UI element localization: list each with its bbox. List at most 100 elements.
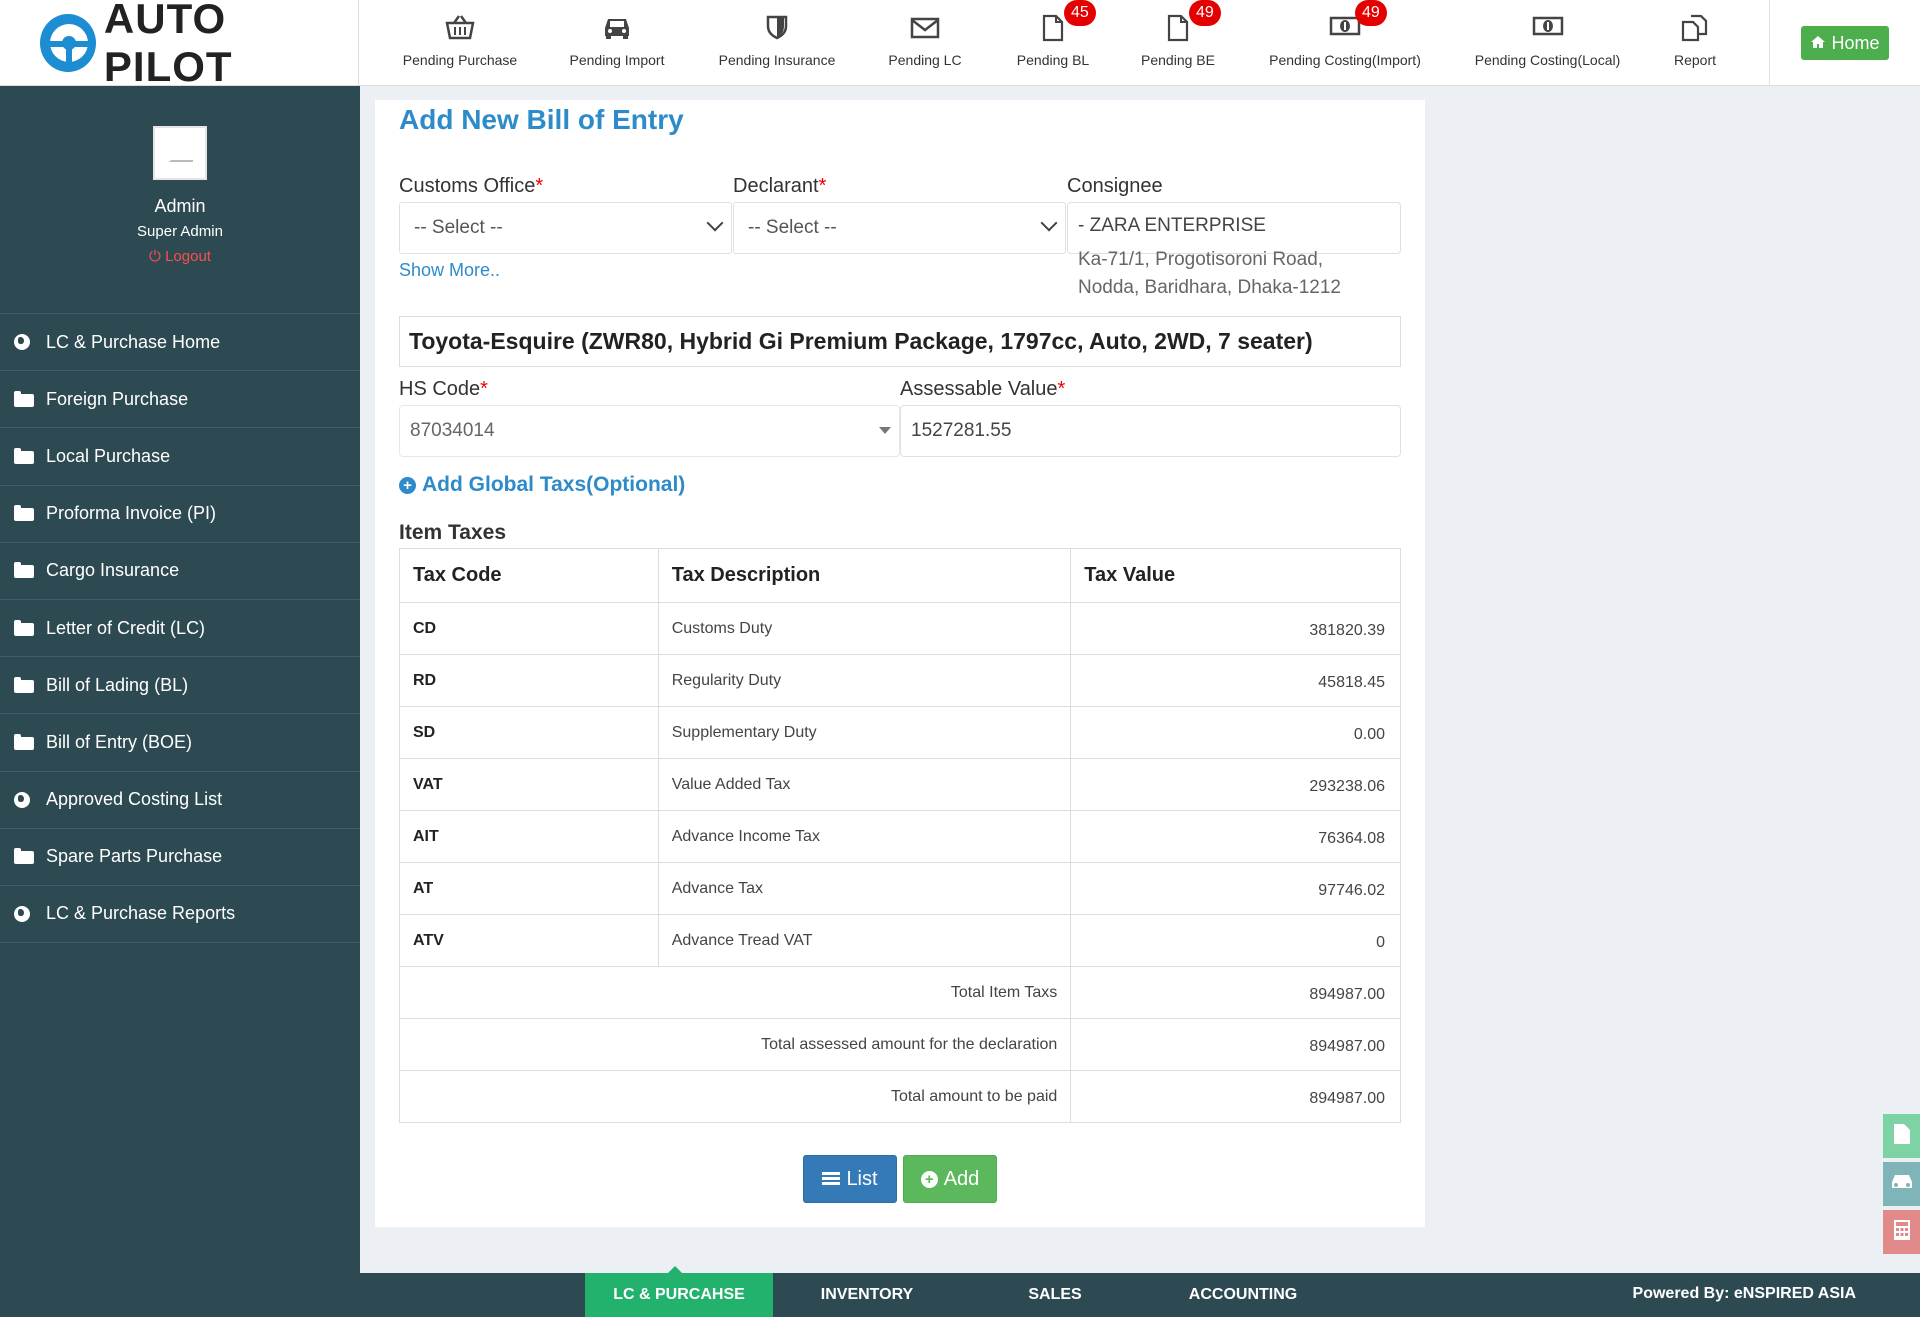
tab-label: LC & PURCAHSE [613, 1286, 745, 1303]
show-more-link[interactable]: Show More.. [399, 260, 500, 281]
tab-lc-purchase[interactable]: LC & PURCAHSE [585, 1266, 773, 1317]
sidebar-item-label: Spare Parts Purchase [46, 846, 223, 867]
table-row: SD Supplementary Duty 0.00 [399, 706, 1401, 759]
total-value: 894987.00 [1070, 1070, 1401, 1123]
calculator-shortcut-button[interactable] [1883, 1210, 1920, 1254]
sidebar-item-cargo-insurance[interactable]: Cargo Insurance [0, 543, 360, 600]
tab-inventory[interactable]: INVENTORY [773, 1273, 961, 1317]
tax-description: Advance Tax [657, 862, 1072, 915]
sidebar-item-label: Proforma Invoice (PI) [46, 503, 217, 524]
money-icon [1532, 14, 1564, 44]
chevron-down-icon [1040, 214, 1058, 232]
folder-icon [14, 390, 34, 407]
sidebar: Admin Super Admin ⏻ Logout LC & Purchase… [0, 86, 360, 1317]
label-text: Customs Office [399, 175, 536, 197]
power-icon: ⏻ [149, 248, 161, 265]
logout-label: Logout [165, 248, 211, 265]
nav-label: Report [1673, 52, 1717, 68]
list-icon [822, 1172, 841, 1186]
consignee-label: Consignee [1067, 175, 1163, 197]
home-icon [1810, 33, 1826, 54]
nav-label: Pending BE [1141, 52, 1215, 68]
home-button[interactable]: Home [1801, 26, 1889, 60]
nav-label: Pending Costing(Local) [1474, 52, 1621, 68]
copy-icon [1681, 14, 1709, 44]
nav-pending-be[interactable]: Pending BE 49 [1133, 0, 1223, 86]
declarant-select[interactable]: -- Select -- [733, 202, 1066, 254]
tax-code: CD [399, 602, 659, 655]
nav-pending-bl[interactable]: Pending BL 45 [1008, 0, 1098, 86]
item-taxes-heading: Item Taxes [399, 521, 506, 544]
nav-pending-lc[interactable]: Pending LC [880, 0, 970, 86]
tax-code: ATV [399, 914, 659, 967]
sidebar-item-label: Approved Costing List [46, 789, 223, 810]
folder-icon [14, 505, 34, 522]
plus-circle-icon: + [920, 1170, 938, 1188]
bottom-module-bar: LC & PURCAHSE INVENTORY SALES ACCOUNTING… [360, 1266, 1920, 1317]
add-global-taxes-link[interactable]: + Add Global Taxs(Optional) [399, 473, 685, 497]
tax-code: VAT [399, 758, 659, 811]
sidebar-item-label: LC & Purchase Home [46, 331, 221, 352]
sidebar-item-bill-of-lading[interactable]: Bill of Lading (BL) [0, 657, 360, 715]
total-value: 894987.00 [1070, 1018, 1401, 1071]
nav-pending-import[interactable]: Pending Import [563, 0, 671, 86]
logout-link[interactable]: ⏻ Logout [0, 248, 360, 265]
sidebar-item-lc-purchase-home[interactable]: LC & Purchase Home [0, 314, 360, 372]
sidebar-item-approved-costing[interactable]: Approved Costing List [0, 772, 360, 829]
add-button[interactable]: + Add [903, 1155, 997, 1203]
list-button[interactable]: List [803, 1155, 897, 1203]
car-shortcut-button[interactable] [1883, 1162, 1920, 1206]
user-role: Super Admin [137, 223, 223, 240]
document-icon [1893, 1123, 1911, 1150]
car-icon [602, 14, 632, 44]
table-row: AIT Advance Income Tax 76364.08 [399, 810, 1401, 863]
required-marker: * [480, 378, 488, 400]
tax-value: 0.00 [1070, 706, 1401, 759]
nav-pending-costing-local[interactable]: Pending Costing(Local) [1475, 0, 1620, 86]
car-icon [1890, 1173, 1914, 1196]
sidebar-item-spare-parts[interactable]: Spare Parts Purchase [0, 829, 360, 886]
hs-code-select[interactable]: 87034014 [399, 405, 900, 457]
sidebar-item-bill-of-entry[interactable]: Bill of Entry (BOE) [0, 714, 360, 772]
nav-pending-costing-import[interactable]: Pending Costing(Import) 49 [1269, 0, 1421, 86]
tax-description: Advance Tread VAT [657, 914, 1072, 967]
tab-sales[interactable]: SALES [961, 1273, 1149, 1317]
sidebar-item-label: Foreign Purchase [46, 388, 189, 409]
folder-icon [14, 562, 34, 579]
envelope-icon [910, 14, 940, 44]
shield-icon [765, 14, 789, 44]
tab-label: INVENTORY [820, 1286, 914, 1303]
tax-value: 97746.02 [1070, 862, 1401, 915]
assessable-value: 1527281.55 [911, 420, 1012, 441]
total-row: Total assessed amount for the declaratio… [398, 1018, 1401, 1071]
sidebar-item-label: Bill of Entry (BOE) [46, 731, 193, 752]
folder-icon [14, 619, 34, 636]
sidebar-item-foreign-purchase[interactable]: Foreign Purchase [0, 371, 360, 429]
sidebar-item-proforma-invoice[interactable]: Proforma Invoice (PI) [0, 486, 360, 543]
tax-code: AIT [399, 810, 659, 863]
total-label: Total Item Taxs [398, 966, 1072, 1019]
item-taxes-table: Tax Code Tax Description Tax Value CD Cus… [398, 548, 1401, 1123]
hs-code-value: 87034014 [410, 420, 495, 441]
nav-pending-purchase[interactable]: Pending Purchase [402, 0, 518, 86]
sidebar-item-local-purchase[interactable]: Local Purchase [0, 428, 360, 486]
app-logo[interactable]: AUTO PILOT [0, 0, 359, 90]
customs-office-select[interactable]: -- Select -- [399, 202, 732, 254]
nav-report[interactable]: Report [1655, 0, 1735, 86]
table-row: RD Regularity Duty 45818.45 [399, 654, 1401, 707]
tab-accounting[interactable]: ACCOUNTING [1149, 1273, 1337, 1317]
nav-pending-insurance[interactable]: Pending Insurance [719, 0, 835, 86]
tax-value: 0 [1070, 914, 1401, 967]
globe-icon [14, 334, 30, 351]
sidebar-item-letter-of-credit[interactable]: Letter of Credit (LC) [0, 600, 360, 658]
sidebar-item-label: Local Purchase [46, 445, 171, 466]
assessable-value-input[interactable]: 1527281.55 [900, 405, 1401, 457]
hs-code-label: HS Code* [399, 378, 488, 401]
chevron-down-icon [706, 214, 724, 232]
tax-value: 45818.45 [1070, 654, 1401, 707]
sidebar-item-lc-purchase-reports[interactable]: LC & Purchase Reports [0, 886, 360, 944]
document-shortcut-button[interactable] [1883, 1114, 1920, 1158]
nav-label: Pending Purchase [402, 52, 518, 68]
tax-value: 381820.39 [1070, 602, 1401, 655]
total-row: Total Item Taxs 894987.00 [398, 966, 1401, 1019]
